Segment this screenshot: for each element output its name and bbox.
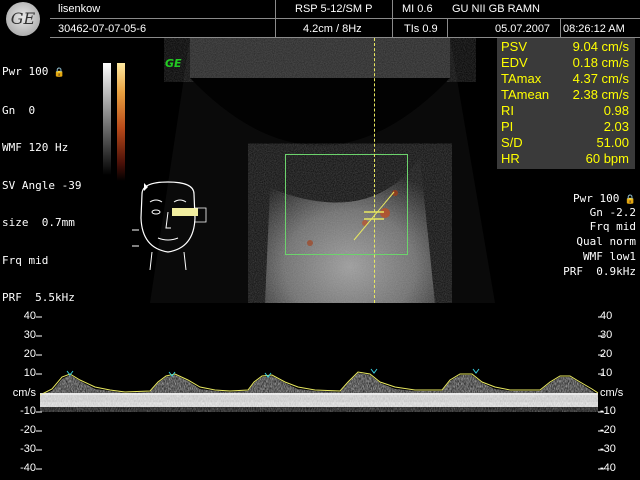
measurement-row: PSV 9.04 cm/s <box>501 39 629 54</box>
sample-volume-gate[interactable] <box>350 188 400 243</box>
mechanical-index: MI 0.6 <box>402 3 433 15</box>
measurement-row: RI 0.98 <box>501 103 629 118</box>
right-param-prf: PRF 0.9kHz <box>563 265 636 278</box>
scale-left-unit: cm/s <box>12 387 36 399</box>
lock-icon: 🔒 <box>48 68 65 78</box>
scale-right-unit: cm/s <box>600 387 624 399</box>
measurement-row: HR 60 bpm <box>501 151 629 166</box>
measurement-row: EDV 0.18 cm/s <box>501 55 629 70</box>
header-separator <box>447 19 448 38</box>
scale-right-tick: 10 <box>600 367 613 379</box>
scale-right-tick: -20 <box>600 424 616 436</box>
left-param-size: size 0.7mm <box>2 216 75 229</box>
right-param-wmf: WMF low1 <box>583 250 636 263</box>
header-separator <box>560 19 561 38</box>
doppler-cursor-line[interactable] <box>374 38 375 303</box>
patient-id: 30462-07-07-05-6 <box>58 23 147 35</box>
measurement-row: S/D 51.00 <box>501 135 629 150</box>
scale-tick-marks <box>36 316 604 470</box>
ge-logo-text: GE <box>10 9 36 28</box>
left-param-power: Pwr 100 🔒 <box>2 65 65 78</box>
color-flow-colormap <box>117 63 125 181</box>
measurement-results-panel: PSV 9.04 cm/s EDV 0.18 cm/s TAmax 4.37 cm/s… <box>497 38 635 169</box>
right-param-quality: Qual norm <box>576 235 636 248</box>
scale-right-tick: 30 <box>600 329 613 341</box>
left-param-gain: Gn 0 <box>2 103 36 117</box>
scale-left-tick: 30 <box>23 329 36 341</box>
scale-left-tick: 10 <box>23 367 36 379</box>
face-body-mark-icon[interactable] <box>128 178 220 270</box>
scale-left-tick: -30 <box>20 443 36 455</box>
ge-watermark: GE <box>165 57 182 70</box>
scale-left-tick: -10 <box>20 405 36 417</box>
header-separator <box>275 0 276 38</box>
right-param-power: Pwr 100 🔒 <box>573 192 636 205</box>
depth-frequency: 4.2cm / 8Hz <box>303 23 362 35</box>
left-param-list: Pwr 100 🔒 Gn 0 WMF 120 Hz SV Angle -39 s… <box>2 41 81 317</box>
scale-right-tick: 40 <box>600 310 613 322</box>
header-separator <box>392 0 393 38</box>
scale-right-tick: -30 <box>600 443 616 455</box>
measurement-row: PI 2.03 <box>501 119 629 134</box>
measurement-row: TAmean 2.38 cm/s <box>501 87 629 102</box>
right-param-gain: Gn -2.2 <box>589 206 636 219</box>
ge-logo: GE <box>6 2 40 36</box>
exam-time: 08:26:12 AM <box>563 23 625 35</box>
header-divider <box>50 18 640 19</box>
exam-date: 05.07.2007 <box>495 23 551 35</box>
right-param-frequency: Frq mid <box>589 220 636 233</box>
operator-name: lisenkow <box>58 3 101 15</box>
probe-name: RSP 5-12/SM P <box>295 3 373 15</box>
left-param-sv-angle: SV Angle -39 <box>2 178 82 192</box>
scale-left-tick: 20 <box>23 348 36 360</box>
scale-left-tick: 40 <box>23 310 36 322</box>
institution-name: GU NII GB RAMN <box>452 3 541 15</box>
left-param-wmf: WMF 120 Hz <box>2 141 69 154</box>
grayscale-colormap <box>103 63 111 175</box>
left-param-frequency: Frq mid <box>2 253 49 267</box>
thermal-index: TIs 0.9 <box>404 23 438 35</box>
scale-right-tick: -40 <box>600 462 616 474</box>
scale-right-tick: 20 <box>600 348 613 360</box>
scale-right-tick: -10 <box>600 405 616 417</box>
scale-left-tick: -20 <box>20 424 36 436</box>
measurement-row: TAmax 4.37 cm/s <box>501 71 629 86</box>
scale-left-tick: -40 <box>20 462 36 474</box>
lock-icon: 🔒 <box>619 195 636 205</box>
